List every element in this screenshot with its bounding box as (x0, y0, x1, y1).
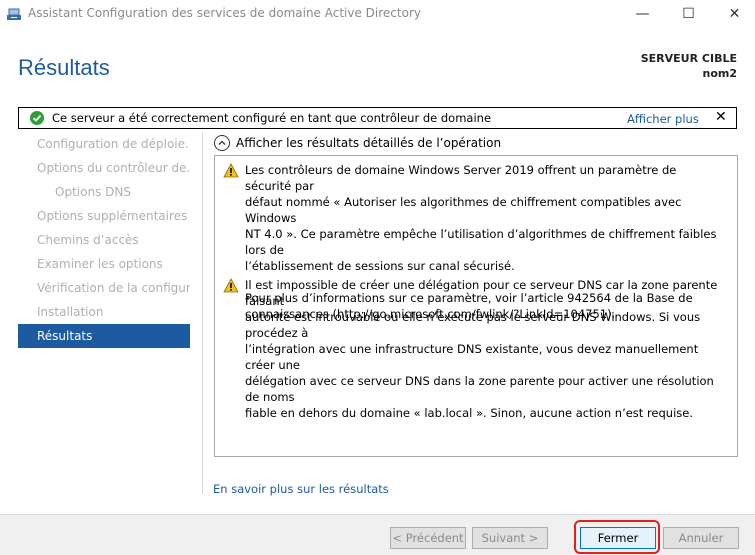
target-server-name: nom2 (702, 67, 737, 80)
page-title: Résultats (18, 55, 110, 80)
close-icon: ✕ (728, 6, 741, 22)
nav-item-dns-options[interactable]: Options DNS (18, 180, 190, 204)
learn-more-link[interactable]: En savoir plus sur les résultats (213, 482, 389, 496)
warning-icon (223, 278, 241, 294)
nav-item-deployment-config[interactable]: Configuration de déploie... (18, 132, 190, 156)
minimize-icon: — (635, 6, 650, 22)
wizard-steps-nav: Configuration de déploie... Options du c… (18, 132, 190, 348)
maximize-button[interactable]: ☐ (666, 0, 711, 28)
success-notification: Ce serveur a été correctement configuré … (18, 107, 737, 129)
previous-button[interactable]: < Précédent (390, 527, 466, 549)
nav-item-dc-options[interactable]: Options du contrôleur de... (18, 156, 190, 180)
target-server-label: SERVEUR CIBLE (640, 52, 737, 65)
results-details-box[interactable]: Les contrôleurs de domaine Windows Serve… (214, 155, 738, 457)
nav-item-additional-options[interactable]: Options supplémentaires (18, 204, 190, 228)
notification-message: Ce serveur a été correctement configuré … (52, 111, 492, 125)
dismiss-notification-icon[interactable]: ✕ (715, 109, 727, 125)
nav-item-review-options[interactable]: Examiner les options (18, 252, 190, 276)
nav-item-prerequisites-check[interactable]: Vérification de la configur... (18, 276, 190, 300)
minimize-button[interactable]: — (620, 0, 665, 28)
warning-icon (223, 163, 241, 179)
detailed-results-label: Afficher les résultats détaillés de l’op… (236, 136, 502, 150)
nav-divider (202, 132, 203, 494)
maximize-icon: ☐ (682, 6, 695, 22)
chevron-up-icon (214, 135, 230, 151)
warning-message-2: Il est impossible de créer une délégatio… (245, 278, 718, 420)
nav-item-installation[interactable]: Installation (18, 300, 190, 324)
title-bar: Assistant Configuration des services de … (0, 0, 755, 28)
close-button-highlight (574, 520, 660, 554)
close-window-button[interactable]: ✕ (712, 0, 755, 28)
success-check-icon (30, 111, 44, 125)
next-button[interactable]: Suivant > (472, 527, 548, 549)
nav-item-results[interactable]: Résultats (18, 324, 190, 348)
show-more-link[interactable]: Afficher plus (627, 112, 699, 126)
cancel-button[interactable]: Annuler (663, 527, 739, 549)
nav-item-paths[interactable]: Chemins d’accès (18, 228, 190, 252)
server-manager-icon (6, 6, 22, 22)
window-title: Assistant Configuration des services de … (28, 6, 421, 20)
